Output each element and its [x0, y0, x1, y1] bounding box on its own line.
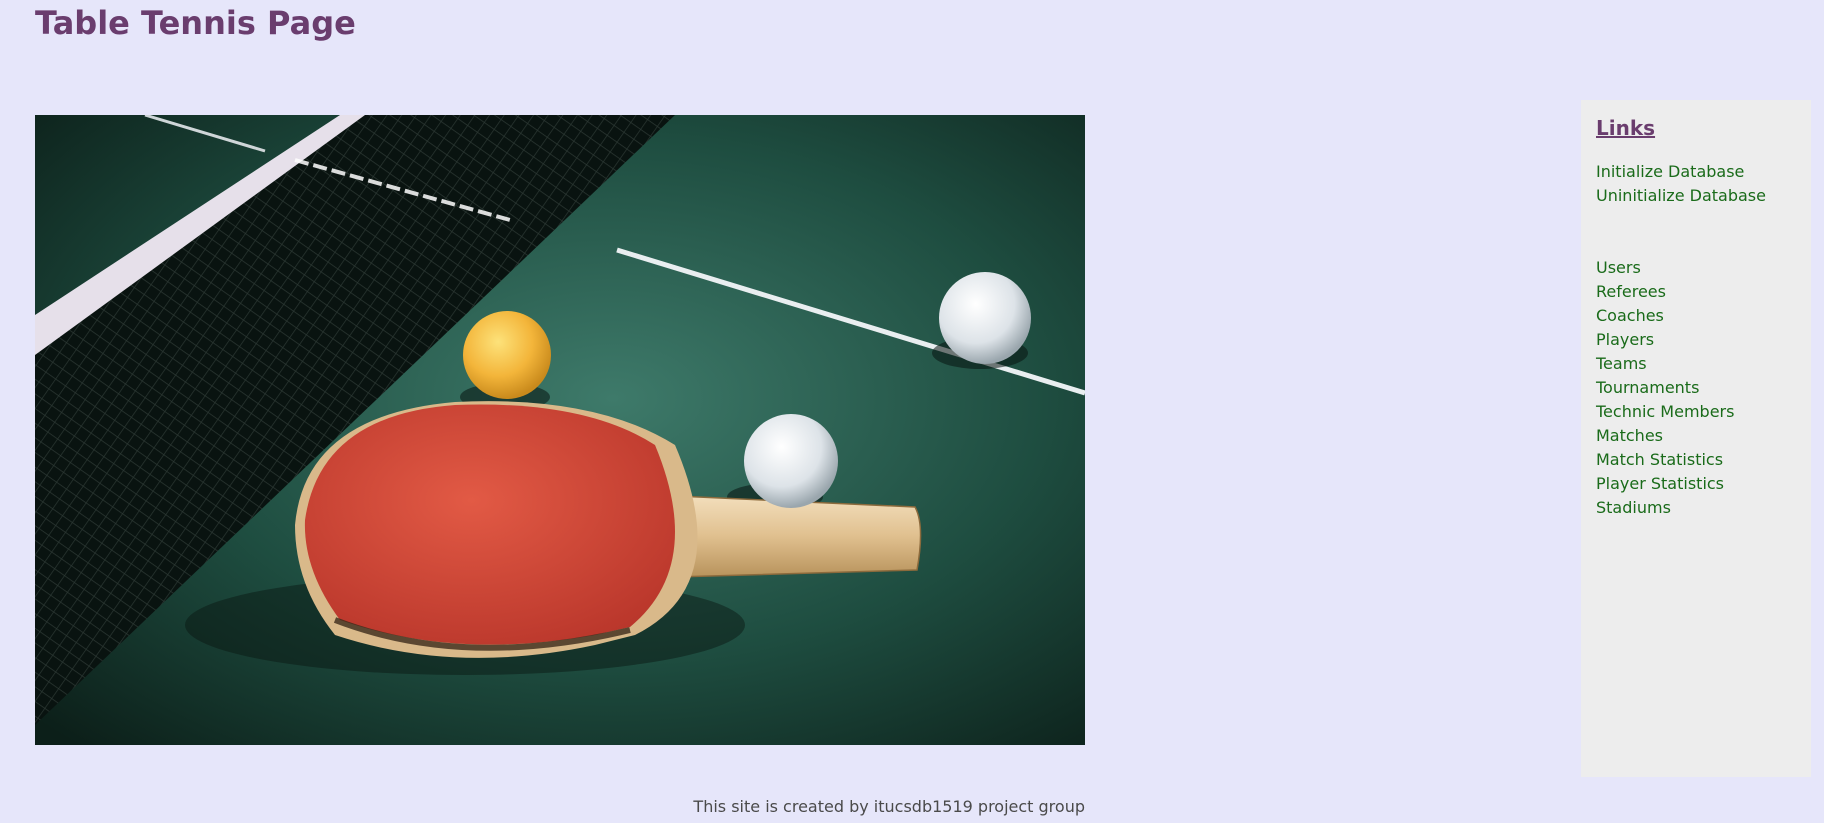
list-item: Teams [1596, 352, 1796, 376]
list-item: Uninitialize Database [1596, 184, 1796, 208]
navigation-links: Users Referees Coaches Players Teams Tou… [1596, 256, 1796, 520]
match-statistics-link[interactable]: Match Statistics [1596, 450, 1723, 469]
list-item: Player Statistics [1596, 472, 1796, 496]
sidebar-heading: Links [1596, 116, 1656, 140]
list-item: Coaches [1596, 304, 1796, 328]
list-item: Technic Members [1596, 400, 1796, 424]
stadiums-link[interactable]: Stadiums [1596, 498, 1671, 517]
hero-image [35, 115, 1085, 745]
links-sidebar: Links Initialize Database Uninitialize D… [1581, 100, 1811, 777]
player-statistics-link[interactable]: Player Statistics [1596, 474, 1724, 493]
list-item: Tournaments [1596, 376, 1796, 400]
teams-link[interactable]: Teams [1596, 354, 1647, 373]
list-item: Match Statistics [1596, 448, 1796, 472]
page-title: Table Tennis Page [35, 4, 356, 42]
users-link[interactable]: Users [1596, 258, 1641, 277]
tournaments-link[interactable]: Tournaments [1596, 378, 1699, 397]
referees-link[interactable]: Referees [1596, 282, 1666, 301]
list-item: Users [1596, 256, 1796, 280]
list-item: Referees [1596, 280, 1796, 304]
list-item: Players [1596, 328, 1796, 352]
footer-credit: This site is created by itucsdb1519 proj… [693, 797, 1085, 816]
uninitialize-database-link[interactable]: Uninitialize Database [1596, 186, 1766, 205]
matches-link[interactable]: Matches [1596, 426, 1663, 445]
list-item: Stadiums [1596, 496, 1796, 520]
coaches-link[interactable]: Coaches [1596, 306, 1664, 325]
page: Table Tennis Page Links Initialize Datab… [0, 0, 1824, 823]
technic-members-link[interactable]: Technic Members [1596, 402, 1734, 421]
list-item: Matches [1596, 424, 1796, 448]
players-link[interactable]: Players [1596, 330, 1654, 349]
initialize-database-link[interactable]: Initialize Database [1596, 162, 1744, 181]
database-links: Initialize Database Uninitialize Databas… [1596, 160, 1796, 208]
list-item: Initialize Database [1596, 160, 1796, 184]
